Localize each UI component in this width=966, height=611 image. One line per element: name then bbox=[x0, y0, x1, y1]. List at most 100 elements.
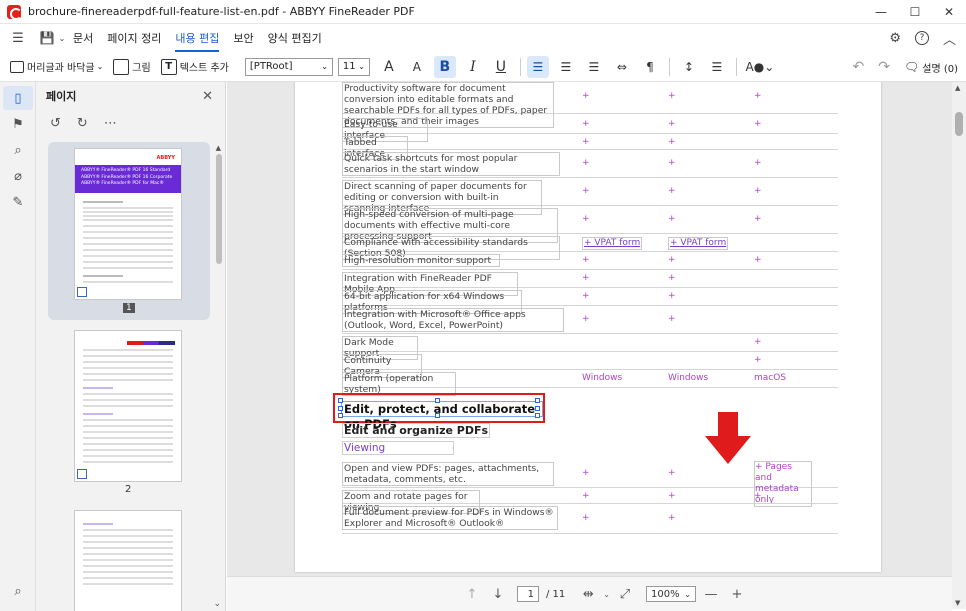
document-vertical-scrollbar[interactable]: ▲ ▼ bbox=[952, 82, 966, 609]
feature-cell[interactable]: Full document preview for PDFs in Window… bbox=[342, 506, 558, 530]
page-thumbnail-3[interactable] bbox=[74, 510, 182, 611]
help-icon[interactable]: ? bbox=[914, 31, 929, 45]
thumb-text-line bbox=[83, 425, 173, 427]
resize-handle[interactable] bbox=[535, 413, 540, 418]
menu-tab-organize-pages[interactable]: 페이지 정리 bbox=[107, 24, 161, 52]
page-number-input[interactable]: 1 bbox=[517, 586, 539, 602]
feature-cell[interactable]: High-resolution monitor support bbox=[342, 254, 500, 267]
line-spacing-icon[interactable]: ↕ bbox=[678, 56, 700, 78]
scroll-up-arrow-icon[interactable]: ▲ bbox=[216, 144, 221, 152]
comments-button[interactable]: 🗨 설명 (0) bbox=[904, 60, 958, 75]
bold-button[interactable]: B bbox=[433, 55, 456, 78]
feature-cell[interactable]: Integration with Microsoft® Office apps … bbox=[342, 308, 564, 332]
font-family-select[interactable]: [PTRoot] ⌄ bbox=[244, 57, 333, 76]
page-thumbnail-1[interactable]: ABBYY ABBYY® FineReader® PDF 16 Standard… bbox=[74, 148, 182, 300]
zoom-out-icon[interactable]: — bbox=[700, 587, 722, 602]
section-title-textbox[interactable]: Edit, protect, and collaborate on PDFs bbox=[341, 401, 543, 431]
align-left-icon[interactable]: ☰ bbox=[526, 55, 549, 78]
search-status-icon[interactable]: ⌕ bbox=[3, 579, 33, 603]
search-icon[interactable]: ⌕ bbox=[3, 138, 33, 162]
menu-tab-edit-content[interactable]: 내용 편집 bbox=[175, 24, 219, 52]
redo-icon[interactable]: ↷ bbox=[878, 59, 890, 75]
justify-icon[interactable]: ⇔ bbox=[611, 56, 633, 78]
support-mark-cell: + bbox=[754, 186, 762, 196]
support-mark-cell: + bbox=[668, 214, 676, 224]
maximize-button[interactable]: ☐ bbox=[898, 0, 932, 24]
resize-handle[interactable] bbox=[535, 406, 540, 411]
next-page-icon[interactable]: ↓ bbox=[487, 587, 509, 602]
table-row: Quick task shortcuts for most popular sc… bbox=[342, 150, 838, 178]
feature-cell[interactable]: Quick task shortcuts for most popular sc… bbox=[342, 152, 560, 176]
support-mark-cell: + bbox=[668, 137, 676, 147]
feature-cell[interactable]: Open and view PDFs: pages, attachments, … bbox=[342, 462, 554, 486]
comments-label: 설명 (0) bbox=[922, 63, 958, 75]
paragraph-direction-icon[interactable]: ¶ bbox=[639, 56, 661, 78]
fit-width-icon[interactable]: ⇹ bbox=[577, 587, 599, 602]
support-mark-cell: macOS bbox=[754, 373, 787, 383]
thumb-banner-line: ABBYY® FineReader® PDF 16 Standard bbox=[81, 168, 171, 173]
menu-tab-protect[interactable]: 보안 bbox=[233, 24, 253, 52]
align-right-icon[interactable]: ☰ bbox=[583, 56, 605, 78]
align-center-icon[interactable]: ☰ bbox=[555, 56, 577, 78]
more-options-icon[interactable]: ⋯ bbox=[104, 116, 117, 131]
settings-gear-icon[interactable]: ⚙ bbox=[889, 31, 901, 46]
undo-icon[interactable]: ↶ bbox=[853, 59, 865, 75]
close-button[interactable]: ✕ bbox=[932, 0, 966, 24]
thumb-text-line bbox=[83, 355, 173, 357]
save-icon[interactable]: 💾 bbox=[37, 31, 57, 45]
signatures-icon[interactable]: ✎ bbox=[3, 190, 33, 214]
vpat-form-link[interactable]: + VPAT form bbox=[582, 237, 643, 250]
document-scroll-thumb[interactable] bbox=[955, 112, 963, 136]
rotate-left-icon[interactable]: ↺ bbox=[50, 116, 61, 131]
subsection-title[interactable]: Edit and organize PDFs bbox=[342, 423, 491, 438]
minimize-button[interactable]: — bbox=[864, 0, 898, 24]
close-panel-icon[interactable]: ✕ bbox=[202, 89, 213, 104]
chevron-down-icon[interactable]: ⌄ bbox=[603, 590, 610, 599]
decrease-font-size-button[interactable]: A bbox=[406, 56, 428, 78]
support-mark-cell: + bbox=[754, 214, 762, 224]
menu-tab-form-editor[interactable]: 양식 편집기 bbox=[268, 24, 322, 52]
text-color-icon[interactable]: A●⌄ bbox=[745, 56, 775, 78]
bookmarks-icon[interactable]: ⚑ bbox=[3, 112, 33, 136]
increase-font-size-button[interactable]: A bbox=[378, 56, 400, 78]
resize-handle[interactable] bbox=[338, 406, 343, 411]
underline-button[interactable]: U bbox=[490, 56, 512, 78]
fit-page-icon[interactable]: ⤢ bbox=[614, 587, 636, 602]
scroll-up-arrow-icon[interactable]: ▲ bbox=[955, 84, 960, 92]
pages-panel-scrollbar[interactable] bbox=[215, 154, 223, 604]
pages-panel-scroll-thumb[interactable] bbox=[216, 154, 222, 264]
zoom-select[interactable]: 100% ⌄ bbox=[645, 586, 696, 602]
pages-panel-toolbar: ↺ ↻ ⋯ bbox=[36, 110, 225, 136]
resize-handle[interactable] bbox=[435, 398, 440, 403]
subsubsection-title[interactable]: Viewing bbox=[342, 441, 454, 455]
pages-panel-icon[interactable]: ▯ bbox=[3, 86, 33, 110]
resize-handle[interactable] bbox=[435, 413, 440, 418]
support-mark-cell: + bbox=[582, 158, 590, 168]
scroll-down-arrow-icon[interactable]: ▼ bbox=[955, 599, 960, 607]
table-row: High-resolution monitor support + + + bbox=[342, 252, 838, 270]
support-mark-cell: + bbox=[582, 119, 590, 129]
resize-handle[interactable] bbox=[338, 413, 343, 418]
previous-page-icon[interactable]: ↑ bbox=[461, 587, 483, 602]
picture-button[interactable]: 그림 bbox=[113, 58, 151, 75]
paragraph-spacing-icon[interactable]: ☰ bbox=[706, 56, 728, 78]
resize-handle[interactable] bbox=[535, 398, 540, 403]
header-footer-button[interactable]: 머리글과 바닥글 ⌄ bbox=[10, 59, 103, 74]
page-thumbnail-2[interactable] bbox=[74, 330, 182, 482]
thumb-text-line bbox=[83, 215, 173, 217]
font-size-select[interactable]: 11 ⌄ bbox=[337, 57, 370, 76]
italic-button[interactable]: I bbox=[462, 56, 484, 78]
zoom-in-icon[interactable]: + bbox=[726, 587, 748, 602]
scroll-down-arrow-icon[interactable]: ⌄ bbox=[213, 599, 221, 609]
support-mark-cell: + bbox=[754, 337, 762, 347]
menu-tab-document[interactable]: 문서 bbox=[73, 24, 93, 52]
rotate-right-icon[interactable]: ↻ bbox=[77, 116, 88, 131]
save-dropdown-chevron-icon[interactable]: ⌄ bbox=[57, 34, 67, 43]
add-text-button[interactable]: T 텍스트 추가 bbox=[160, 58, 229, 75]
support-mark-cell: + bbox=[582, 291, 590, 301]
resize-handle[interactable] bbox=[338, 398, 343, 403]
vpat-form-link[interactable]: + VPAT form bbox=[668, 237, 729, 250]
collapse-ribbon-icon[interactable]: ︿ bbox=[943, 29, 956, 48]
hamburger-menu-icon[interactable]: ☰ bbox=[7, 31, 29, 46]
attachments-icon[interactable]: ⌀ bbox=[3, 164, 33, 188]
